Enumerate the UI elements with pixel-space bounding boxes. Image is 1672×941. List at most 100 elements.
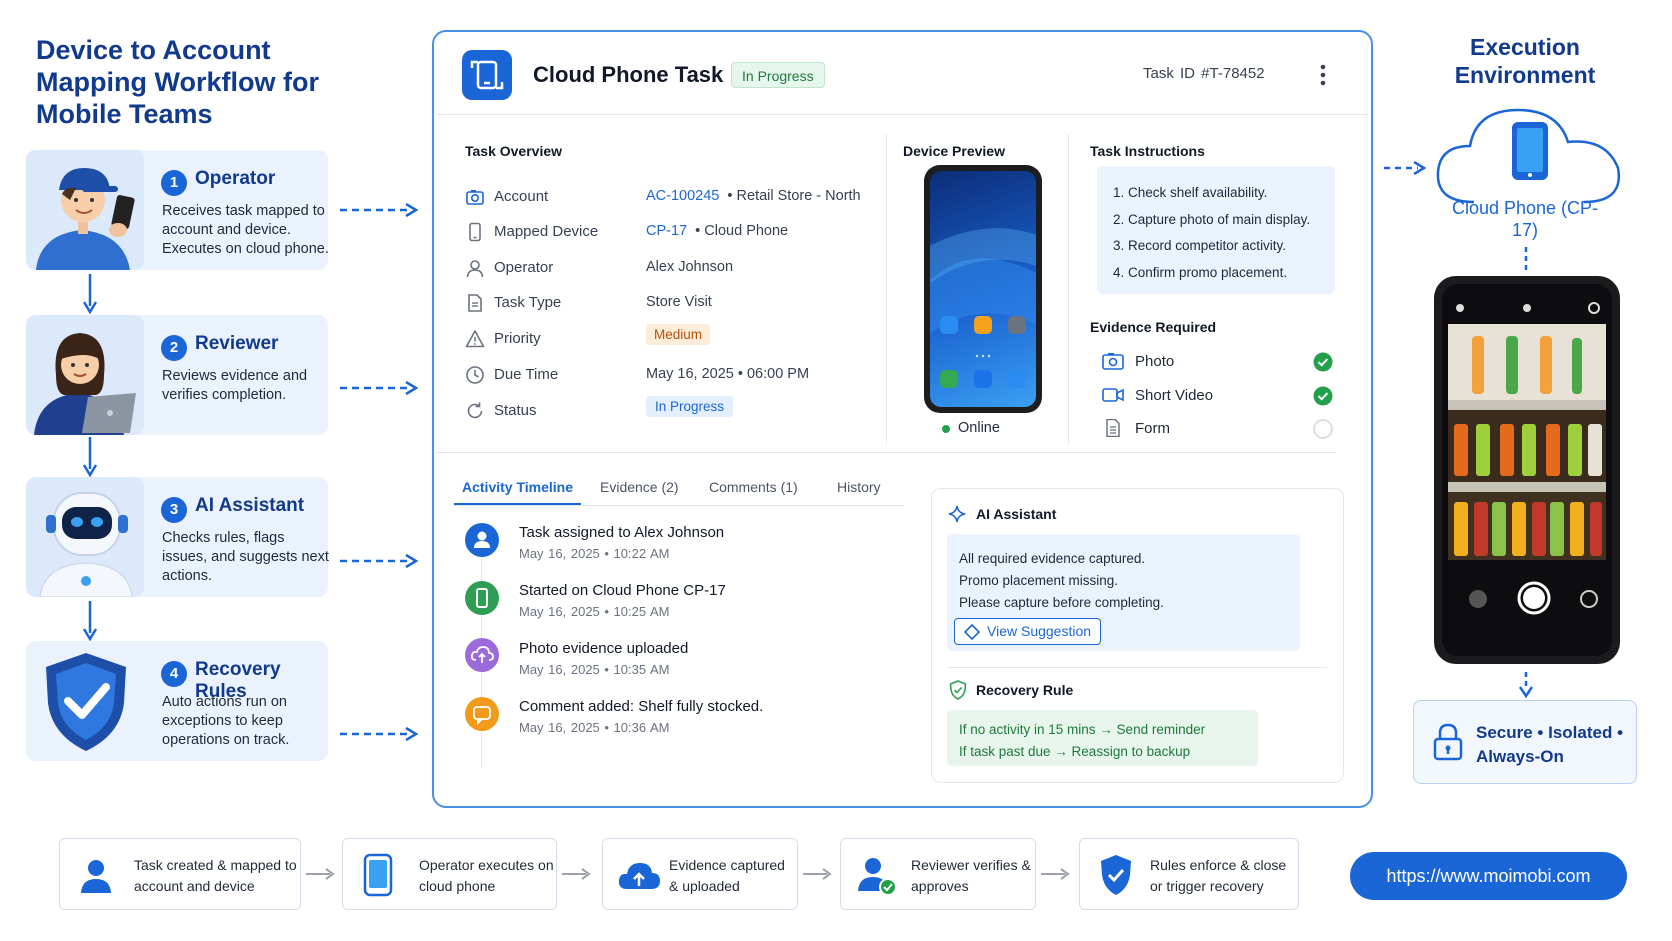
overview-value-device: CP-17 • Cloud Phone: [646, 223, 788, 239]
role-description: Reviews evidence and verifies completion…: [162, 368, 308, 403]
dashed-arrow-icon: [1384, 160, 1427, 176]
account-extra: • Retail Store - North: [727, 188, 861, 204]
timeline-user-icon: [465, 523, 499, 557]
tab-evidence[interactable]: Evidence (2): [600, 479, 679, 495]
reviewer-illustration: [26, 315, 144, 435]
timeline-upload-icon: [465, 638, 499, 672]
phone-screen: [930, 171, 1036, 407]
instruction-item: 3. Record competitor activity.: [1113, 238, 1287, 253]
online-dot: [942, 425, 950, 433]
step-text: Evidence captured & uploaded: [669, 857, 785, 894]
timeline-phone-icon: [465, 581, 499, 615]
account-link[interactable]: AC-100245: [646, 188, 719, 204]
arrow-down-icon: [1518, 672, 1534, 698]
evidence-item: Short Video: [1135, 387, 1214, 404]
lock-icon: [1433, 723, 1463, 761]
timeline-comment-icon: [465, 697, 499, 731]
role-name: AI Assistant: [195, 495, 305, 516]
overview-value-account: AC-100245 • Retail Store - North: [646, 188, 861, 204]
arrow-down-icon: [82, 601, 98, 641]
role-description: Auto actions run on exceptions to keep o…: [162, 694, 290, 748]
secure-text: Secure • Isolated • Always-On: [1476, 723, 1624, 766]
timeline-title: Photo evidence uploaded: [519, 640, 689, 657]
step-text: Operator executes on cloud phone: [419, 857, 554, 894]
tabs-divider: [454, 505, 904, 506]
overview-label: Account: [494, 188, 549, 205]
step-text: Task created & mapped to account and dev…: [134, 857, 297, 894]
empty-circle-icon: [1313, 419, 1333, 439]
device-link[interactable]: CP-17: [646, 223, 687, 239]
overview-label: Mapped Device: [494, 223, 599, 240]
arrow-right-icon: [803, 868, 832, 880]
role-number: 2: [161, 335, 187, 361]
ai-assistant-title: AI Assistant: [976, 506, 1057, 522]
role-card-ai-assistant: 3 AI Assistant Checks rules, flags issue…: [26, 477, 329, 597]
overview-value-task-type: Store Visit: [646, 294, 712, 310]
document-icon: [468, 294, 482, 312]
camera-icon: [466, 190, 484, 205]
role-description: Checks rules, flags issues, and suggests…: [162, 530, 329, 584]
role-description: Receives task mapped to account and devi…: [162, 203, 329, 257]
recovery-rule-title: Recovery Rule: [976, 682, 1074, 698]
ai-card-divider: [947, 667, 1327, 668]
evidence-item: Form: [1135, 420, 1170, 437]
dashed-arrow-icon: [340, 202, 419, 218]
timeline-title: Task assigned to Alex Johnson: [519, 524, 725, 541]
secure-box: Secure • Isolated • Always-On: [1413, 700, 1637, 784]
overview-title: Task Overview: [465, 143, 563, 159]
overview-label: Priority: [494, 330, 541, 347]
step-evidence-captured: Evidence captured & uploaded: [602, 838, 798, 910]
device-preview-phone[interactable]: [924, 165, 1042, 413]
status-pill: In Progress: [646, 396, 734, 417]
more-options-icon[interactable]: [1320, 64, 1326, 86]
timeline-time: May 16, 2025 • 10:35 AM: [519, 662, 670, 677]
cloud-icon: [1436, 108, 1621, 204]
evidence-item: Photo: [1135, 353, 1175, 370]
clock-icon: [466, 366, 484, 384]
rule-line: If task past due → Reassign to backup: [959, 743, 1191, 759]
dashed-arrow-icon: [340, 380, 419, 396]
form-icon: [1106, 419, 1120, 437]
user-icon: [466, 260, 484, 278]
section-divider: [436, 452, 1336, 453]
arrow-right-icon: [1041, 868, 1070, 880]
step-text: Rules enforce & close or trigger recover…: [1150, 857, 1287, 894]
tab-history[interactable]: History: [837, 479, 881, 495]
timeline-time: May 16, 2025 • 10:36 AM: [519, 720, 670, 735]
dashed-arrow-icon: [340, 553, 419, 569]
divider: [1068, 134, 1069, 444]
cloud-phone-camera-preview[interactable]: [1434, 276, 1620, 664]
instructions-box: 1. Check shelf availability. 2. Capture …: [1097, 166, 1335, 294]
priority-badge: Medium: [646, 324, 711, 345]
task-title: Cloud Phone Task: [533, 62, 724, 87]
role-card-operator: 1 Operator Receives task mapped to accou…: [26, 150, 329, 270]
photo-icon: [1102, 353, 1124, 370]
role-name: Reviewer: [195, 333, 279, 354]
device-extra: • Cloud Phone: [695, 223, 789, 239]
role-number: 1: [161, 170, 187, 196]
role-name: Operator: [195, 168, 276, 189]
cloud-phone-app-icon: [462, 50, 512, 100]
phone-icon: [363, 853, 393, 897]
device-online-status: Online: [958, 420, 1000, 436]
diamond-icon: [964, 624, 980, 640]
check-circle-icon: [1313, 386, 1333, 406]
instruction-item: 4. Confirm promo placement.: [1113, 264, 1288, 280]
divider: [886, 134, 887, 444]
status-badge: In Progress: [731, 62, 825, 88]
cloud-upload-icon: [618, 863, 660, 889]
rule-line: If no activity in 15 mins → Send reminde…: [959, 722, 1206, 737]
website-link-button[interactable]: https://www.moimobi.com: [1350, 852, 1627, 900]
instruction-item: 1. Check shelf availability.: [1113, 185, 1268, 200]
arrow-down-icon: [82, 437, 98, 477]
tab-comments[interactable]: Comments (1): [709, 479, 798, 495]
overview-label: Due Time: [494, 366, 559, 383]
dashed-arrow-icon: [340, 726, 419, 742]
arrow-right-icon: [562, 868, 591, 880]
step-task-created: Task created & mapped to account and dev…: [59, 838, 301, 910]
step-text: Reviewer verifies & approves: [911, 857, 1031, 894]
tab-activity-timeline[interactable]: Activity Timeline: [462, 479, 573, 495]
main-title: Device to Account Mapping Workflow for M…: [36, 35, 319, 129]
timeline-title: Comment added: Shelf fully stocked.: [519, 698, 764, 715]
shield-check-icon: [46, 653, 126, 751]
